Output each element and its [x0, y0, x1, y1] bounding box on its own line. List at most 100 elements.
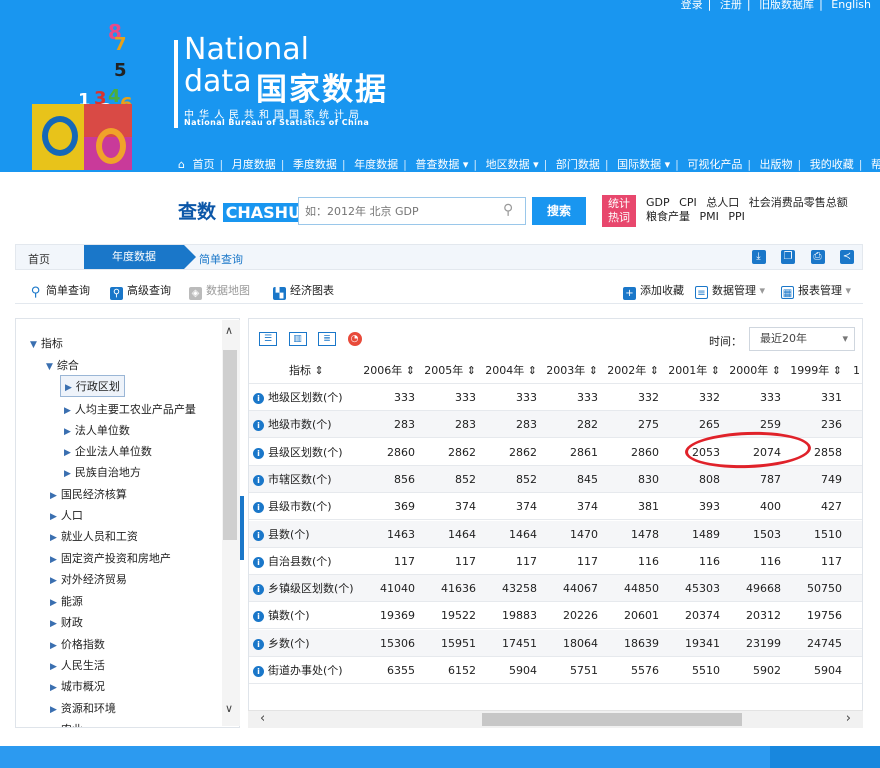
pie-chart-icon[interactable]: ◔	[347, 332, 362, 346]
scroll-right-icon[interactable]: ›	[846, 711, 851, 726]
home-icon[interactable]: ⌂	[178, 158, 185, 171]
horizontal-scroll-thumb[interactable]	[482, 713, 742, 726]
info-icon[interactable]: i	[253, 393, 264, 404]
old-database-link[interactable]: 旧版数据库	[759, 0, 814, 11]
tree-item[interactable]: ▶ 民族自治地方	[64, 464, 141, 480]
info-icon[interactable]: i	[253, 529, 264, 541]
column-header[interactable]: 2002年 ⇕	[605, 357, 659, 384]
print-icon[interactable]: ⎙	[810, 250, 825, 264]
column-header[interactable]: 2000年 ⇕	[727, 357, 781, 384]
nav-regional[interactable]: 地区数据 ▾	[486, 158, 539, 171]
hbar-chart-icon[interactable]: ≣	[318, 332, 336, 346]
column-header[interactable]: 指标 ⇕	[289, 357, 349, 384]
splitter-handle[interactable]	[240, 496, 244, 560]
nav-quarterly[interactable]: 季度数据	[293, 158, 337, 171]
tree-item[interactable]: ▶ 国民经济核算	[50, 486, 127, 502]
hot-word[interactable]: PMI	[700, 210, 719, 223]
nav-help[interactable]: 帮助	[871, 158, 880, 171]
indicator-name[interactable]: i 地级区划数(个)	[253, 384, 343, 411]
register-link[interactable]: 注册	[720, 0, 742, 11]
copy-icon[interactable]: ❐	[781, 250, 795, 264]
indicator-name[interactable]: i 自治县数(个)	[253, 548, 332, 575]
bar-chart-icon[interactable]: ▥	[288, 332, 307, 346]
advanced-query-button[interactable]: ⚲ 高级查询	[110, 282, 171, 300]
tree-item-comprehensive[interactable]: ▼ 综合	[46, 357, 79, 373]
breadcrumb-simple[interactable]: 简单查询	[199, 251, 243, 267]
column-header[interactable]: 2005年 ⇕	[422, 357, 476, 384]
report-management-menu[interactable]: ▦ 报表管理 ▾	[781, 282, 851, 299]
scroll-down-icon[interactable]: ∨	[225, 702, 233, 715]
sidebar-scrollbar[interactable]: ∧ ∨	[222, 320, 240, 726]
nav-annual[interactable]: 年度数据	[354, 158, 398, 171]
column-header[interactable]: 1	[853, 357, 862, 384]
table-view-icon[interactable]: ☰	[259, 332, 277, 346]
econ-chart-button[interactable]: ▚ 经济图表	[273, 282, 334, 300]
search-button[interactable]: 搜索	[532, 197, 586, 225]
indicator-name[interactable]: i 乡镇级区划数(个)	[253, 575, 354, 602]
breadcrumb-year[interactable]: 年度数据	[84, 245, 196, 269]
info-icon[interactable]: i	[253, 420, 264, 432]
add-favorite-button[interactable]: + 添加收藏	[623, 282, 684, 300]
tree-item[interactable]: ▶ 法人单位数	[64, 422, 130, 438]
tree-item[interactable]: ▶ 人均主要工农业产品产量	[64, 401, 196, 417]
info-icon[interactable]: i	[253, 502, 264, 514]
tree-item-admin-division[interactable]: ▶ 行政区划	[60, 375, 125, 397]
data-management-menu[interactable]: ≡ 数据管理 ▾	[695, 282, 765, 299]
tree-item[interactable]: ▶ 财政	[50, 614, 83, 630]
sidebar-scroll-thumb[interactable]	[223, 350, 237, 540]
column-header[interactable]: 2004年 ⇕	[483, 357, 537, 384]
indicator-name[interactable]: i 市辖区数(个)	[253, 466, 332, 493]
tree-item[interactable]: ▶ 农业	[50, 721, 83, 727]
info-icon[interactable]: i	[253, 666, 264, 677]
info-icon[interactable]: i	[253, 611, 264, 623]
tree-item-indicator[interactable]: ▼ 指标	[30, 335, 63, 351]
tree-item[interactable]: ▶ 人民生活	[50, 657, 105, 673]
nav-census[interactable]: 普查数据 ▾	[415, 158, 468, 171]
column-header[interactable]: 2006年 ⇕	[361, 357, 415, 384]
tree-item[interactable]: ▶ 人口	[50, 507, 83, 523]
info-icon[interactable]: i	[253, 638, 264, 650]
tree-item[interactable]: ▶ 资源和环境	[50, 700, 116, 716]
nav-visual[interactable]: 可视化产品	[687, 158, 742, 171]
indicator-name[interactable]: i 县数(个)	[253, 521, 310, 548]
nav-home[interactable]: 首页	[192, 158, 214, 171]
column-header[interactable]: 2003年 ⇕	[544, 357, 598, 384]
tree-item[interactable]: ▶ 固定资产投资和房地产	[50, 550, 171, 566]
tree-item[interactable]: ▶ 能源	[50, 593, 83, 609]
indicator-name[interactable]: i 县级区划数(个)	[253, 439, 343, 466]
indicator-name[interactable]: i 街道办事处(个)	[253, 657, 343, 684]
hot-word[interactable]: GDP	[646, 196, 670, 209]
nav-favorites[interactable]: 我的收藏	[810, 158, 854, 171]
data-map-button[interactable]: ◈ 数据地图	[189, 282, 250, 300]
tree-item[interactable]: ▶ 城市概况	[50, 678, 105, 694]
indicator-name[interactable]: i 地级市数(个)	[253, 411, 332, 438]
hot-word[interactable]: CPI	[679, 196, 697, 209]
nav-international[interactable]: 国际数据 ▾	[617, 158, 670, 171]
tree-item[interactable]: ▶ 价格指数	[50, 636, 105, 652]
scroll-up-icon[interactable]: ∧	[225, 324, 233, 337]
tree-item[interactable]: ▶ 企业法人单位数	[64, 443, 152, 459]
tree-item[interactable]: ▶ 就业人员和工资	[50, 528, 138, 544]
nav-publications[interactable]: 出版物	[760, 158, 793, 171]
search-icon[interactable]: ⚲	[503, 202, 513, 218]
nav-monthly[interactable]: 月度数据	[232, 158, 276, 171]
indicator-name[interactable]: i 县级市数(个)	[253, 493, 332, 520]
column-header[interactable]: 2001年 ⇕	[666, 357, 720, 384]
hot-word[interactable]: 总人口	[706, 196, 739, 209]
column-header[interactable]: 1999年 ⇕	[788, 357, 842, 384]
download-icon[interactable]: ⤓	[751, 250, 766, 264]
tree-item[interactable]: ▶ 对外经济贸易	[50, 571, 127, 587]
info-icon[interactable]: i	[253, 474, 264, 486]
search-input[interactable]	[298, 197, 526, 225]
login-link[interactable]: 登录	[681, 0, 703, 11]
hot-word[interactable]: 粮食产量	[646, 210, 690, 223]
hot-word[interactable]: 社会消费品零售总额	[749, 196, 848, 209]
hot-word[interactable]: PPI	[728, 210, 745, 223]
indicator-name[interactable]: i 乡数(个)	[253, 630, 310, 657]
simple-query-button[interactable]: ⚲ 简单查询	[29, 282, 90, 299]
nav-department[interactable]: 部门数据	[556, 158, 600, 171]
english-link[interactable]: English	[831, 0, 871, 11]
info-icon[interactable]: i	[253, 556, 264, 568]
scroll-left-icon[interactable]: ‹	[260, 711, 265, 726]
info-icon[interactable]: i	[253, 447, 264, 459]
